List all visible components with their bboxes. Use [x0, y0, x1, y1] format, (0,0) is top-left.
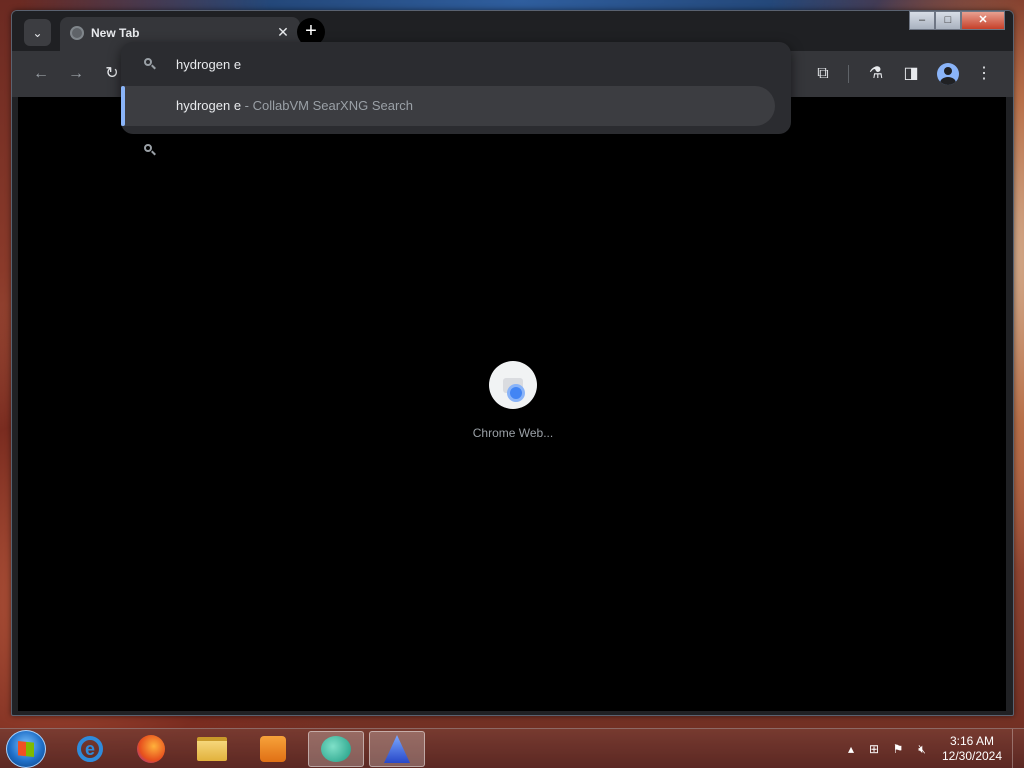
reload-icon: ↻ [105, 65, 119, 82]
system-tray: ▴ ⊞ ⚑ 🔇︎ 3:16 AM 12/30/2024 [840, 729, 1024, 768]
extensions-button[interactable]: ⧉ [812, 63, 834, 85]
network-icon[interactable]: ⊞ [866, 741, 882, 757]
search-icon [143, 143, 157, 157]
start-button[interactable] [6, 730, 46, 768]
shortcut-tile [489, 361, 537, 409]
window-controls: – □ ✕ [909, 11, 1005, 30]
ie-icon: e [77, 736, 103, 762]
kebab-menu-icon: ⋮ [976, 65, 992, 82]
shortcut-chrome-web-store[interactable]: Chrome Web... [463, 361, 563, 440]
back-button[interactable]: ← [30, 63, 52, 85]
profile-avatar[interactable] [937, 63, 959, 85]
suggestion-separator: - [241, 98, 253, 113]
taskbar-item-media-player[interactable] [245, 731, 301, 767]
side-panel-icon: ◨ [903, 65, 919, 82]
tab-search-button[interactable]: ⌄ [24, 19, 51, 46]
suggestion-query: hydrogen e [176, 98, 242, 113]
media-player-icon [260, 736, 286, 762]
flag-icon[interactable]: ⚑ [890, 741, 906, 757]
chat-bubble-icon [321, 736, 351, 762]
firefox-icon [137, 735, 165, 763]
chevron-down-icon: ⌄ [32, 25, 43, 40]
clock-time: 3:16 AM [949, 734, 995, 748]
side-panel-button[interactable]: ◨ [900, 63, 922, 85]
menu-button[interactable]: ⋮ [973, 63, 995, 85]
globe-icon [70, 26, 84, 40]
web-store-icon [503, 378, 525, 402]
reload-button[interactable]: ↻ [101, 63, 123, 85]
labs-button[interactable]: ⚗ [865, 63, 887, 85]
volume-muted-icon[interactable]: 🔇︎ [914, 741, 930, 757]
taskbar-item-blue-app[interactable] [369, 731, 425, 767]
blue-app-icon [384, 735, 410, 763]
close-button[interactable]: ✕ [961, 11, 1005, 30]
search-icon [143, 57, 157, 71]
tab-title: New Tab [91, 26, 140, 40]
new-tab-page: Chrome Web... [18, 97, 1006, 711]
toolbar-divider [848, 65, 849, 83]
tab-close-button[interactable]: ✕ [274, 23, 292, 41]
taskbar-item-internet-explorer[interactable]: e [62, 731, 118, 767]
folder-icon [197, 737, 227, 761]
forward-button[interactable]: → [65, 63, 87, 85]
suggestion-text: hydrogen e - CollabVM SearXNG Search [176, 98, 413, 113]
address-bar-input[interactable] [176, 54, 736, 74]
omnibox-suggestion[interactable]: hydrogen e - CollabVM SearXNG Search [121, 86, 775, 156]
arrow-left-icon: ← [33, 65, 49, 82]
shortcut-label: Chrome Web... [472, 426, 554, 440]
suggestion-source: CollabVM SearXNG Search [252, 98, 414, 113]
clock-date: 12/30/2024 [941, 749, 1003, 763]
show-desktop-button[interactable] [1012, 729, 1024, 768]
taskbar-item-file-explorer[interactable] [184, 731, 240, 767]
selection-indicator [121, 86, 125, 126]
show-hidden-icons-button[interactable]: ▴ [843, 741, 859, 757]
taskbar: e ▴ ⊞ ⚑ 🔇︎ 3:16 AM 12/30/2024 [0, 728, 1024, 768]
taskbar-item-firefox[interactable] [123, 731, 179, 767]
maximize-button[interactable]: □ [935, 11, 961, 30]
clock[interactable]: 3:16 AM 12/30/2024 [937, 734, 1007, 764]
omnibox-dropdown: hydrogen e - CollabVM SearXNG Search [121, 42, 791, 156]
arrow-right-icon: → [68, 65, 84, 82]
puzzle-icon: ⧉ [817, 65, 829, 82]
flask-icon: ⚗ [868, 65, 884, 82]
minimize-button[interactable]: – [909, 11, 935, 30]
taskbar-item-chat-app[interactable] [308, 731, 364, 767]
